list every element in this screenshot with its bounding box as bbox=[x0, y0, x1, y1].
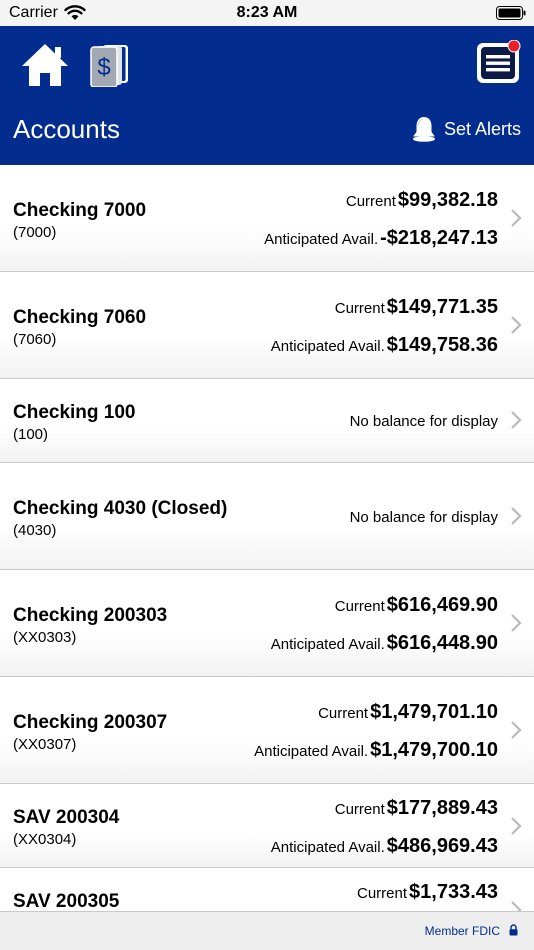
current-label: Current bbox=[356, 885, 408, 902]
account-name: Checking 200303 bbox=[13, 605, 168, 626]
anticipated-amount: $149,758.36 bbox=[386, 334, 498, 356]
account-name: SAV 200304 bbox=[13, 807, 120, 828]
footer: Member FDIC bbox=[0, 911, 534, 950]
account-number: (XX0303) bbox=[13, 629, 77, 646]
chevron-right-icon bbox=[511, 507, 522, 525]
current-label: Current bbox=[334, 801, 385, 818]
anticipated-balance: Anticipated Avail. -$218,247.13 bbox=[264, 227, 498, 250]
account-name: SAV 200305 bbox=[13, 891, 120, 911]
account-row-sav-200304[interactable]: SAV 200304 (XX0304) Current $177,889.43 … bbox=[0, 784, 534, 868]
current-balance: Current $616,469.90 bbox=[335, 594, 498, 617]
account-list: Checking 7000 (7000) Current $99,382.18 … bbox=[0, 165, 534, 911]
account-row-sav-200305[interactable]: SAV 200305 Current $1,733.43 bbox=[0, 868, 534, 911]
account-number: (XX0307) bbox=[13, 736, 77, 753]
set-alerts-button[interactable]: Set Alerts bbox=[411, 114, 521, 144]
account-row-checking-7060[interactable]: Checking 7060 (7060) Current $149,771.35… bbox=[0, 272, 534, 379]
anticipated-balance: Anticipated Avail. $616,448.90 bbox=[271, 632, 498, 655]
account-name: Checking 7000 bbox=[13, 200, 147, 221]
no-balance-text: No balance for display bbox=[349, 509, 498, 526]
account-row-checking-4030[interactable]: Checking 4030 (Closed) (4030) No balance… bbox=[0, 463, 534, 570]
current-balance: Current $99,382.18 bbox=[346, 189, 498, 212]
account-row-checking-200307[interactable]: Checking 200307 (XX0307) Current $1,479,… bbox=[0, 677, 534, 784]
current-balance: Current $1,479,701.10 bbox=[318, 701, 498, 724]
account-name: Checking 7060 bbox=[13, 307, 147, 328]
current-label: Current bbox=[318, 705, 369, 722]
bell-icon bbox=[412, 117, 435, 142]
anticipated-balance: Anticipated Avail. $486,969.43 bbox=[271, 835, 498, 858]
current-label: Current bbox=[345, 193, 396, 210]
anticipated-balance: Anticipated Avail. $149,758.36 bbox=[271, 334, 498, 357]
hamburger-menu-button[interactable] bbox=[476, 39, 522, 84]
current-label: Current bbox=[334, 300, 385, 317]
account-row-checking-100[interactable]: Checking 100 (100) No balance for displa… bbox=[0, 379, 534, 463]
no-balance-text: No balance for display bbox=[349, 413, 498, 430]
account-number: (7000) bbox=[13, 224, 57, 241]
anticipated-amount: $486,969.43 bbox=[386, 835, 498, 857]
anticipated-balance: Anticipated Avail. $1,479,700.10 bbox=[254, 739, 498, 762]
chevron-right-icon bbox=[511, 817, 522, 835]
account-name: Checking 200307 bbox=[13, 712, 168, 733]
chevron-right-icon bbox=[511, 209, 522, 227]
anticipated-label: Anticipated Avail. bbox=[254, 743, 369, 760]
account-number: (7060) bbox=[13, 331, 57, 348]
battery-icon bbox=[496, 6, 526, 20]
current-amount: $177,889.43 bbox=[386, 797, 498, 819]
account-name: Checking 4030 (Closed) bbox=[13, 498, 228, 519]
current-label: Current bbox=[334, 598, 385, 615]
current-balance: Current $149,771.35 bbox=[335, 296, 498, 319]
chevron-right-icon bbox=[511, 721, 522, 739]
current-amount: $99,382.18 bbox=[397, 189, 498, 211]
account-number: (XX0304) bbox=[13, 831, 77, 848]
current-amount: $149,771.35 bbox=[386, 296, 498, 318]
member-fdic-link[interactable]: Member FDIC bbox=[425, 924, 500, 938]
account-number: (100) bbox=[13, 426, 49, 443]
lock-icon bbox=[509, 924, 518, 936]
current-amount: $1,733.43 bbox=[409, 881, 498, 903]
account-row-checking-200303[interactable]: Checking 200303 (XX0303) Current $616,46… bbox=[0, 570, 534, 677]
current-amount: $1,479,701.10 bbox=[370, 701, 498, 723]
account-row-checking-7000[interactable]: Checking 7000 (7000) Current $99,382.18 … bbox=[0, 165, 534, 272]
anticipated-amount: $616,448.90 bbox=[386, 632, 498, 654]
anticipated-label: Anticipated Avail. bbox=[270, 636, 385, 653]
anticipated-amount: $1,479,700.10 bbox=[370, 739, 498, 761]
chevron-right-icon bbox=[511, 614, 522, 632]
home-icon[interactable] bbox=[20, 42, 70, 88]
status-time: 8:23 AM bbox=[236, 4, 298, 21]
anticipated-amount: -$218,247.13 bbox=[380, 227, 498, 249]
dollar-cards-icon[interactable]: $ bbox=[90, 43, 130, 87]
anticipated-label: Anticipated Avail. bbox=[264, 231, 379, 248]
account-name: Checking 100 bbox=[13, 402, 136, 423]
page-title: Accounts bbox=[13, 114, 120, 144]
svg-text:$: $ bbox=[97, 54, 110, 81]
set-alerts-label: Set Alerts bbox=[443, 118, 521, 139]
current-balance: Current $177,889.43 bbox=[335, 797, 498, 820]
app-header: $ Accounts Set Alerts bbox=[0, 26, 534, 165]
anticipated-label: Anticipated Avail. bbox=[270, 839, 385, 856]
status-bar: Carrier 8:23 AM bbox=[0, 0, 534, 26]
chevron-right-icon bbox=[511, 901, 522, 911]
chevron-right-icon bbox=[511, 411, 522, 429]
hamburger-menu-icon bbox=[477, 39, 521, 83]
account-number: (4030) bbox=[13, 522, 57, 539]
chevron-right-icon bbox=[511, 316, 522, 334]
current-amount: $616,469.90 bbox=[386, 594, 498, 616]
current-balance: Current $1,733.43 bbox=[357, 881, 498, 904]
anticipated-label: Anticipated Avail. bbox=[270, 338, 385, 355]
